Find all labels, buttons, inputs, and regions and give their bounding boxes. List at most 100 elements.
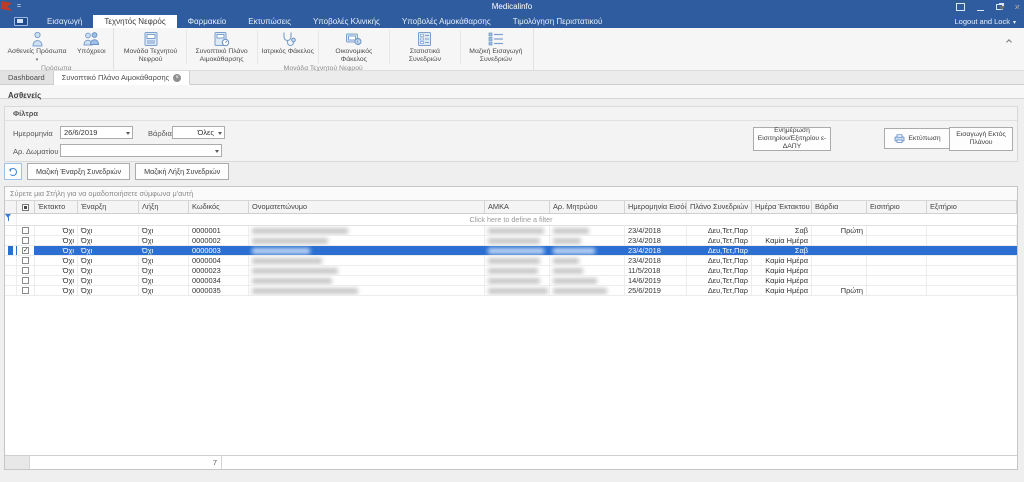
ribbon-button-mass-list[interactable]: Μαζική Εισαγωγή Συνεδριών (461, 30, 531, 64)
select-all-cell[interactable] (17, 201, 35, 213)
cell-plano: Δευ,Τετ,Παρ (687, 256, 752, 265)
insert-off-plan-button[interactable]: Εισαγωγή Εκτός Πλάνου (949, 127, 1013, 151)
page-title: Ασθενείς (8, 91, 41, 100)
column-header[interactable]: Έκτακτο (35, 201, 78, 213)
tab-list-dropdown-icon[interactable] (999, 6, 1005, 10)
row-checkbox-cell[interactable] (17, 256, 35, 265)
cell-exitirio (927, 256, 1017, 265)
cell-mitroo (550, 246, 625, 255)
chevron-down-icon: ▾ (1013, 20, 1016, 26)
ribbon: Ασθενείς Πρόσωπα ▾ΥπόχρεοιΠρόσωπαΜονάδα … (0, 28, 1024, 71)
row-checkbox-cell[interactable] (17, 276, 35, 285)
column-header[interactable]: Πλάνο Συνεδριών (687, 201, 752, 213)
column-header[interactable]: Ονοματεπώνυμο (249, 201, 485, 213)
menu-tab[interactable]: Υποβολές Κλινικής (302, 15, 391, 28)
row-checkbox-cell[interactable] (17, 266, 35, 275)
mass-end-sessions-button[interactable]: Μαζική Λήξη Συνεδριών (135, 163, 229, 180)
ribbon-button-people[interactable]: Υπόχρεοι (73, 30, 111, 64)
column-header[interactable]: Αρ. Μητρώου (550, 201, 625, 213)
theme-icon[interactable] (956, 3, 965, 11)
column-header[interactable]: Εισιτήριο (867, 201, 927, 213)
row-checkbox[interactable] (22, 287, 29, 294)
column-header[interactable]: Κωδικός (189, 201, 249, 213)
cell-vardia (812, 236, 867, 245)
cell-eisitirio (867, 276, 927, 285)
menu-tab[interactable]: Εκτυπώσεις (237, 15, 302, 28)
date-combobox[interactable]: 26/6/2019 (60, 126, 133, 139)
print-button[interactable]: Εκτύπωση (884, 128, 951, 149)
document-tab[interactable]: Συνοπτικό Πλάνο Αιμοκάθαρσης× (54, 71, 191, 85)
tab-close-icon[interactable]: × (173, 74, 181, 82)
row-checkbox-cell[interactable] (17, 236, 35, 245)
update-edapy-button[interactable]: Ενημέρωση Εισιτηρίου/Εξιτηρίου ε-ΔΑΠΥ (753, 127, 831, 151)
ribbon-button-patient[interactable]: Ασθενείς Πρόσωπα ▾ (2, 30, 73, 64)
column-header[interactable]: Λήξη (139, 201, 189, 213)
row-indicator-cell (5, 286, 17, 295)
row-checkbox[interactable] (22, 227, 29, 234)
grid-filter-row[interactable]: Click here to define a filter (5, 214, 1017, 226)
title-bar: = Medicalinfo × (0, 0, 1024, 15)
chevron-down-icon: ▾ (36, 57, 39, 63)
select-all-checkbox[interactable] (22, 204, 29, 211)
ribbon-button-stethoscope[interactable]: Ιατρικός Φάκελος (258, 30, 319, 64)
table-row[interactable]: ΌχιΌχιΌχι000000223/4/2018Δευ,Τετ,ΠαρΚαμί… (5, 236, 1017, 246)
table-row[interactable]: ✓ΌχιΌχιΌχι000000323/4/2018Δευ,Τετ,ΠαρΣαβ (5, 246, 1017, 256)
cell-name (249, 276, 485, 285)
group-by-panel[interactable]: Σύρετε μια Στήλη για να ομαδοποιήσετε σύ… (5, 187, 1017, 201)
mass-start-sessions-button[interactable]: Μαζική Έναρξη Συνεδριών (27, 163, 130, 180)
shift-combobox[interactable]: Όλες (172, 126, 225, 139)
redacted-text (553, 258, 579, 264)
current-row-arrow-icon (8, 246, 13, 255)
row-checkbox[interactable] (22, 267, 29, 274)
row-checkbox[interactable] (22, 277, 29, 284)
footer-corner-cell (5, 456, 30, 469)
cell-imera: Καμία Ημέρα (752, 256, 812, 265)
minimize-icon[interactable] (977, 10, 984, 11)
table-row[interactable]: ΌχιΌχιΌχι000003525/6/2019Δευ,Τετ,ΠαρΚαμί… (5, 286, 1017, 296)
bottom-strip (0, 470, 1024, 482)
application-icon[interactable] (14, 17, 28, 26)
row-checkbox-cell[interactable] (17, 226, 35, 235)
row-checkbox[interactable] (22, 257, 29, 264)
close-tab-icon[interactable]: × (1015, 4, 1020, 12)
table-row[interactable]: ΌχιΌχιΌχι000002311/5/2018Δευ,Τετ,ΠαρΚαμί… (5, 266, 1017, 276)
menu-tab[interactable]: Τιμολόγηση Περιστατικού (502, 15, 614, 28)
table-row[interactable]: ΌχιΌχιΌχι000000123/4/2018Δευ,Τετ,ΠαρΣαβΠ… (5, 226, 1017, 236)
cell-lixi: Όχι (139, 236, 189, 245)
room-combobox[interactable] (60, 144, 222, 157)
document-tab[interactable]: Dashboard (0, 71, 54, 84)
column-header[interactable]: Εξιτήριο (927, 201, 1017, 213)
collapse-ribbon-button[interactable] (1007, 31, 1014, 38)
menu-tab[interactable]: Υποβολές Αιμοκάθαρσης (391, 15, 502, 28)
column-header[interactable]: ΑΜΚΑ (485, 201, 550, 213)
patients-grid: Σύρετε μια Στήλη για να ομαδοποιήσετε σύ… (4, 186, 1018, 470)
filter-hint[interactable]: Click here to define a filter (5, 214, 1017, 225)
table-row[interactable]: ΌχιΌχιΌχι000000423/4/2018Δευ,Τετ,ΠαρΚαμί… (5, 256, 1017, 266)
row-indicator-cell (5, 226, 17, 235)
cell-ektakto: Όχι (35, 266, 78, 275)
column-header[interactable]: Ημέρα Έκτακτου (752, 201, 812, 213)
ribbon-button-plan[interactable]: Συνοπτικό Πλάνο Αιμοκάθαρσης (187, 30, 258, 64)
ribbon-button-dialysis-unit[interactable]: Μονάδα Τεχνητού Νεφρού (116, 30, 187, 64)
row-checkbox-cell[interactable] (17, 286, 35, 295)
ribbon-button-stats[interactable]: Στατιστικά Συνεδριών (390, 30, 461, 64)
menu-tab[interactable]: Τεχνητός Νεφρός (93, 15, 176, 28)
refresh-button[interactable] (4, 163, 22, 180)
ribbon-button-finance[interactable]: €Οικονομικός Φάκελος (319, 30, 390, 64)
cell-eisitirio (867, 286, 927, 295)
table-row[interactable]: ΌχιΌχιΌχι000003414/6/2019Δευ,Τετ,ΠαρΚαμί… (5, 276, 1017, 286)
row-checkbox[interactable] (22, 237, 29, 244)
menu-tabs: ΕισαγωγήΤεχνητός ΝεφρόςΦαρμακείοΕκτυπώσε… (36, 15, 613, 28)
cell-mitroo (550, 286, 625, 295)
cell-enarxi: Όχι (78, 236, 139, 245)
cell-amka (485, 226, 550, 235)
row-checkbox-cell[interactable]: ✓ (17, 246, 35, 255)
ribbon-button-label: Υπόχρεοι (77, 48, 106, 56)
column-header[interactable]: Ημερομηνία Εισόδου (625, 201, 687, 213)
cell-kodikos: 0000023 (189, 266, 249, 275)
menu-tab[interactable]: Φαρμακείο (177, 15, 238, 28)
column-header[interactable]: Βάρδια (812, 201, 867, 213)
column-header[interactable]: Έναρξη (78, 201, 139, 213)
menu-tab[interactable]: Εισαγωγή (36, 15, 93, 28)
row-checkbox[interactable]: ✓ (22, 247, 29, 254)
